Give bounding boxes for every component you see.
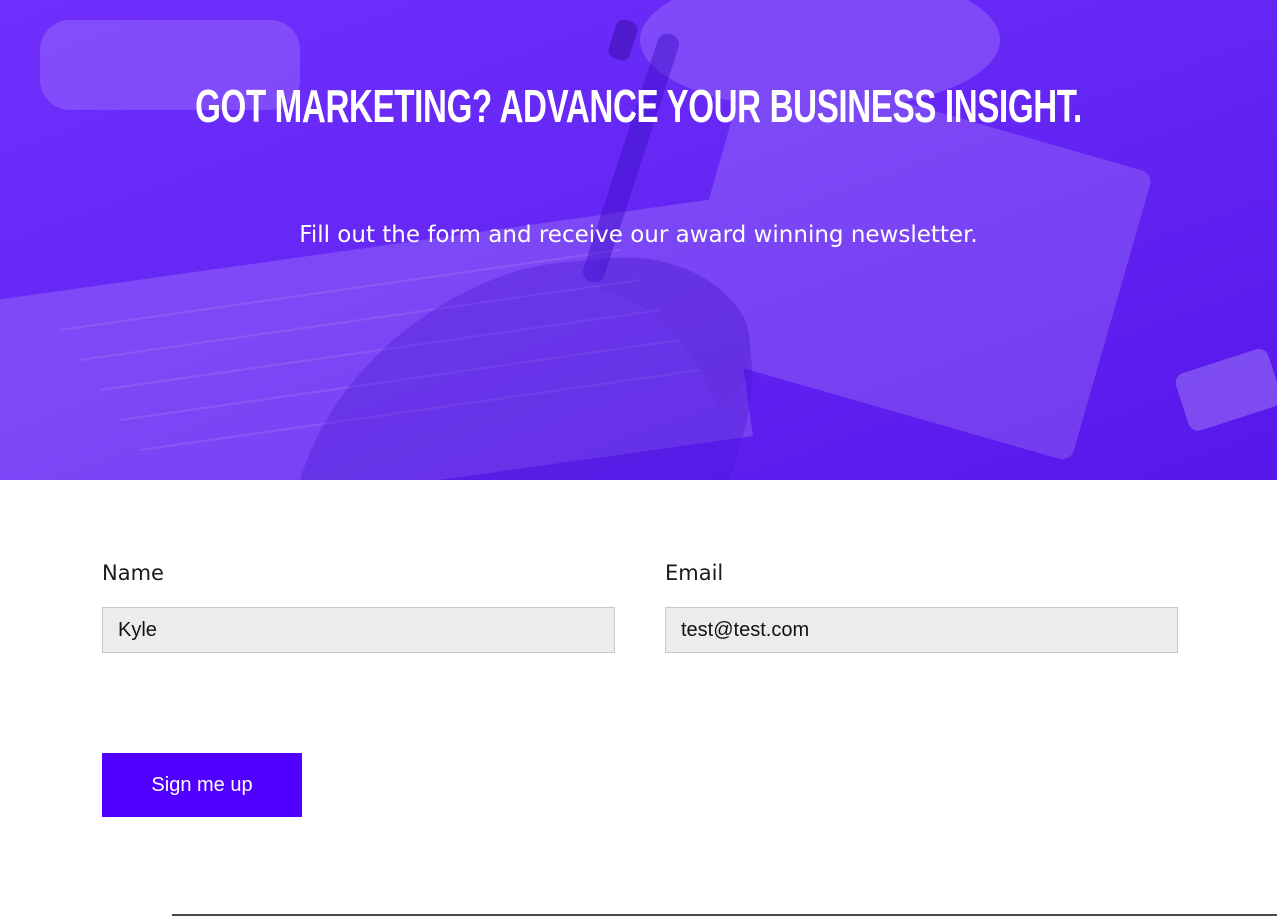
email-label: Email [665, 561, 724, 585]
name-input[interactable] [102, 607, 615, 653]
name-label: Name [102, 561, 164, 585]
email-input[interactable] [665, 607, 1178, 653]
newsletter-form: Name Email Sign me up [0, 480, 1277, 916]
hero-banner: Got Marketing? Advance your business ins… [0, 0, 1277, 480]
sign-me-up-button[interactable]: Sign me up [102, 753, 302, 817]
hero-title: Got Marketing? Advance your business ins… [195, 80, 1082, 132]
hero-subtitle: Fill out the form and receive our award … [299, 222, 978, 248]
